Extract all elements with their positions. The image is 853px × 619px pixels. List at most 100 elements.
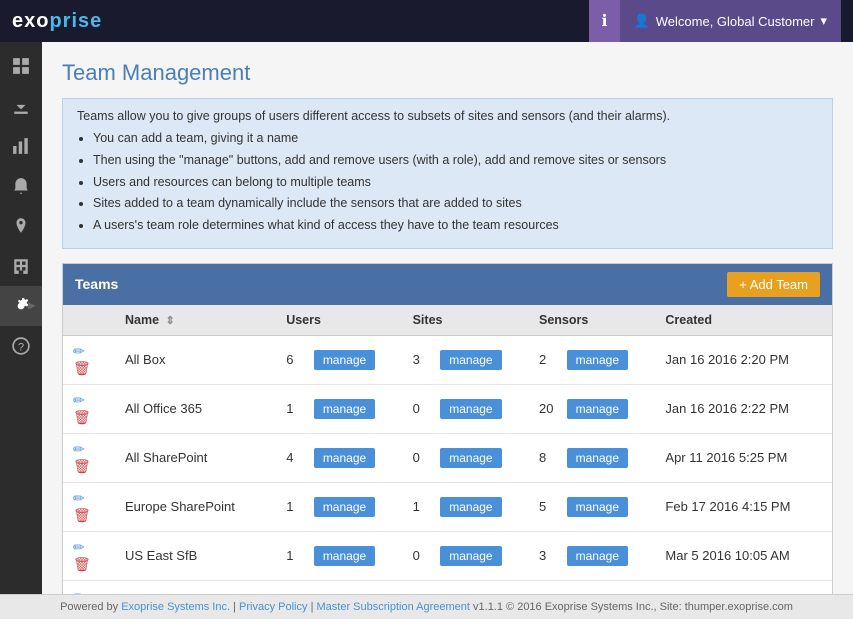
sites-manage-button[interactable]: manage	[440, 497, 501, 517]
sensors-manage-button[interactable]: manage	[567, 546, 628, 566]
delete-icon[interactable]: 🗑	[73, 556, 91, 572]
table-body: ✏ 🗑 All Box 6 manage 3 manage 2 manage J…	[63, 335, 832, 594]
delete-icon[interactable]: 🗑	[73, 409, 91, 425]
sidebar-item-location[interactable]	[0, 206, 42, 246]
edit-icon[interactable]: ✏	[73, 392, 85, 408]
created-cell: Apr 11 2016 5:25 PM	[655, 433, 832, 482]
sensors-cell: 8 manage	[529, 433, 655, 482]
sensors-cell: 20 manage	[529, 384, 655, 433]
sensors-cell: 2 manage	[529, 335, 655, 384]
sites-manage-button[interactable]: manage	[440, 546, 501, 566]
name-cell: All SharePoint	[115, 433, 276, 482]
footer: Powered by Exoprise Systems Inc. | Priva…	[0, 594, 853, 619]
user-menu[interactable]: 👤 Welcome, Global Customer ▾	[620, 0, 841, 42]
sidebar-item-help[interactable]: ?	[0, 326, 42, 366]
users-cell: 1 manage	[276, 482, 402, 531]
action-cell: ✏ 🗑	[63, 531, 115, 580]
delete-icon[interactable]: 🗑	[73, 458, 91, 474]
add-team-button[interactable]: + Add Team	[727, 272, 820, 297]
sidebar-item-building[interactable]	[0, 246, 42, 286]
teams-table-container: Teams + Add Team Name ⇕ Users Sites Sens…	[62, 263, 833, 594]
users-manage-button[interactable]: manage	[314, 399, 375, 419]
table-section-title: Teams	[75, 276, 118, 292]
user-icon: 👤	[634, 13, 650, 29]
table-row: ✏ 🗑 Europe SharePoint 1 manage 1 manage …	[63, 482, 832, 531]
delete-icon[interactable]: 🗑	[73, 507, 91, 523]
sidebar: ▶ ?	[0, 42, 42, 594]
name-cell: US East SharePoint	[115, 580, 276, 594]
col-name[interactable]: Name ⇕	[115, 305, 276, 336]
edit-icon[interactable]: ✏	[73, 441, 85, 457]
action-cell: ✏ 🗑	[63, 384, 115, 433]
users-manage-button[interactable]: manage	[314, 350, 375, 370]
table-header: Teams + Add Team	[63, 264, 832, 305]
sensors-manage-button[interactable]: manage	[567, 448, 628, 468]
users-cell: 1 manage	[276, 384, 402, 433]
header: exoprise ℹ 👤 Welcome, Global Customer ▾	[0, 0, 853, 42]
users-manage-button[interactable]: manage	[314, 448, 375, 468]
info-box: Teams allow you to give groups of users …	[62, 98, 833, 249]
sites-cell: 0 manage	[403, 384, 529, 433]
name-cell: All Office 365	[115, 384, 276, 433]
created-cell: Feb 17 2016 4:15 PM	[655, 482, 832, 531]
action-cell: ✏ 🗑	[63, 580, 115, 594]
sites-cell: 0 manage	[403, 433, 529, 482]
created-cell: Mar 5 2016 10:05 AM	[655, 531, 832, 580]
info-bullet-3: Users and resources can belong to multip…	[93, 173, 818, 192]
sensors-manage-button[interactable]: manage	[567, 399, 628, 419]
users-manage-button[interactable]: manage	[314, 546, 375, 566]
action-cell: ✏ 🗑	[63, 482, 115, 531]
footer-version: v1.1.1 © 2016 Exoprise Systems Inc., Sit…	[473, 601, 793, 613]
info-button[interactable]: ℹ	[589, 0, 619, 42]
users-cell: 6 manage	[276, 335, 402, 384]
info-bullet-5: A users's team role determines what kind…	[93, 216, 818, 235]
expand-arrow: ▶	[28, 301, 42, 312]
edit-icon[interactable]: ✏	[73, 490, 85, 506]
col-sensors: Sensors	[529, 305, 655, 336]
sites-manage-button[interactable]: manage	[440, 350, 501, 370]
sidebar-item-chart[interactable]	[0, 126, 42, 166]
sidebar-item-grid[interactable]	[0, 46, 42, 86]
users-cell: 4 manage	[276, 433, 402, 482]
created-cell: Jan 16 2016 2:20 PM	[655, 335, 832, 384]
teams-table: Name ⇕ Users Sites Sensors Created ✏ 🗑 A…	[63, 305, 832, 594]
sites-cell: 0 manage	[403, 531, 529, 580]
info-bullet-2: Then using the "manage" buttons, add and…	[93, 151, 818, 170]
main-layout: ▶ ? Team Management Teams allow you to g…	[0, 42, 853, 594]
created-cell: Jan 16 2016 2:22 PM	[655, 384, 832, 433]
user-label: Welcome, Global Customer	[656, 14, 815, 29]
sensors-manage-button[interactable]: manage	[567, 350, 628, 370]
table-row: ✏ 🗑 All Office 365 1 manage 0 manage 20 …	[63, 384, 832, 433]
sidebar-item-download[interactable]	[0, 86, 42, 126]
sensors-cell: 3 manage	[529, 531, 655, 580]
table-row: ✏ 🗑 US East SfB 1 manage 0 manage 3 mana…	[63, 531, 832, 580]
sidebar-item-settings[interactable]: ▶	[0, 286, 42, 326]
users-cell: 1 manage	[276, 531, 402, 580]
info-bullet-4: Sites added to a team dynamically includ…	[93, 194, 818, 213]
created-cell: Mar 5 2016 10:06 AM	[655, 580, 832, 594]
name-cell: All Box	[115, 335, 276, 384]
info-text: Teams allow you to give groups of users …	[77, 109, 818, 123]
delete-icon[interactable]: 🗑	[73, 360, 91, 376]
content-area: Team Management Teams allow you to give …	[42, 42, 853, 594]
users-manage-button[interactable]: manage	[314, 497, 375, 517]
sites-cell: 1 manage	[403, 482, 529, 531]
table-row: ✏ 🗑 All Box 6 manage 3 manage 2 manage J…	[63, 335, 832, 384]
page-title: Team Management	[62, 60, 833, 86]
sites-manage-button[interactable]: manage	[440, 448, 501, 468]
footer-powered-by: Powered by	[60, 601, 118, 613]
footer-msa-link[interactable]: Master Subscription Agreement	[316, 601, 469, 613]
edit-icon[interactable]: ✏	[73, 343, 85, 359]
info-list: You can add a team, giving it a name The…	[77, 129, 818, 235]
sidebar-item-bell[interactable]	[0, 166, 42, 206]
footer-privacy-link[interactable]: Privacy Policy	[239, 601, 307, 613]
sensors-manage-button[interactable]: manage	[567, 497, 628, 517]
table-row: ✏ 🗑 All SharePoint 4 manage 0 manage 8 m…	[63, 433, 832, 482]
col-users: Users	[276, 305, 402, 336]
header-right: ℹ 👤 Welcome, Global Customer ▾	[589, 0, 841, 42]
footer-exoprise-link[interactable]: Exoprise Systems Inc.	[121, 601, 230, 613]
sites-manage-button[interactable]: manage	[440, 399, 501, 419]
svg-text:?: ?	[18, 342, 24, 354]
col-created: Created	[655, 305, 832, 336]
edit-icon[interactable]: ✏	[73, 539, 85, 555]
